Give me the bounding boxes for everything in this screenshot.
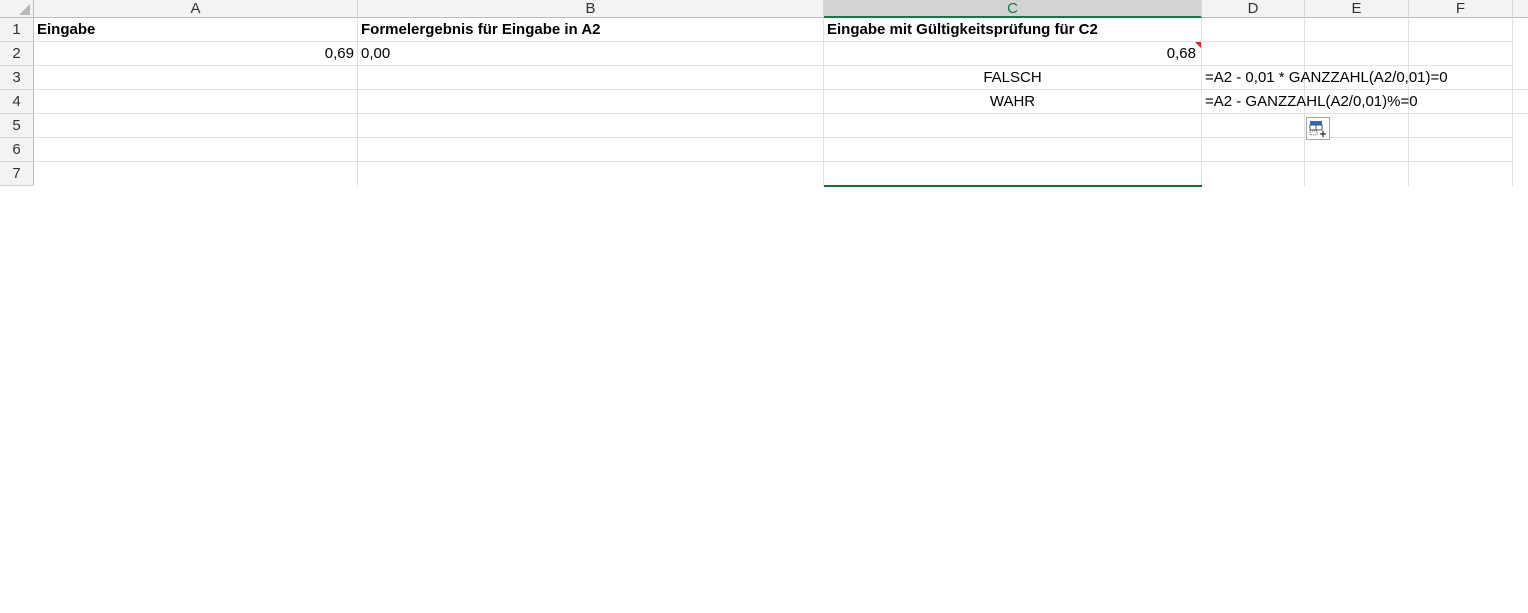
cell-c6[interactable] [824,138,1202,162]
cell-b5[interactable] [358,114,824,138]
cell-c2[interactable]: 0,68 [824,42,1202,66]
cell-f1[interactable] [1409,18,1513,42]
cell-f5[interactable] [1409,114,1513,138]
cell-a6[interactable] [34,138,358,162]
select-all-corner[interactable] [0,0,34,18]
cell-e7[interactable] [1305,162,1409,186]
column-header-b[interactable]: B [358,0,824,18]
cell-c4[interactable]: WAHR [824,90,1202,114]
cell-b7[interactable] [358,162,824,186]
row-header-4[interactable]: 4 [0,90,34,114]
row-header-1[interactable]: 1 [0,18,34,42]
cell-c3[interactable]: FALSCH [824,66,1202,90]
cell-f6[interactable] [1409,138,1513,162]
spreadsheet-grid: A B C D E F 1 2 3 4 5 6 7 Eingabe Formel… [0,0,1528,187]
cell-a5[interactable] [34,114,358,138]
row-header-2[interactable]: 2 [0,42,34,66]
cell-d2[interactable] [1202,42,1305,66]
column-header-e[interactable]: E [1305,0,1409,18]
column-c-selection-border [824,185,1202,187]
cell-a1[interactable]: Eingabe [34,18,358,42]
cell-c1[interactable]: Eingabe mit Gültigkeitsprüfung für C2 [824,18,1202,42]
cell-b1[interactable]: Formelergebnis für Eingabe in A2 [358,18,824,42]
cell-c2-value: 0,68 [1166,45,1196,62]
cell-d1[interactable] [1202,18,1305,42]
row-header-3[interactable]: 3 [0,66,34,90]
cell-a4[interactable] [34,90,358,114]
select-all-triangle-icon [19,4,30,15]
row-header-5[interactable]: 5 [0,114,34,138]
cell-e1[interactable] [1305,18,1409,42]
quick-analysis-button[interactable] [1306,117,1330,140]
cell-b2[interactable]: 0,00 [358,42,824,66]
comment-indicator-icon[interactable] [1195,42,1201,48]
row-header-7[interactable]: 7 [0,162,34,186]
cell-d3[interactable]: =A2 - 0,01 * GANZZAHL(A2/0,01)=0 [1202,66,1528,90]
column-header-a[interactable]: A [34,0,358,18]
column-header-d[interactable]: D [1202,0,1305,18]
cell-b3[interactable] [358,66,824,90]
column-header-overflow [1513,0,1528,18]
cell-f7[interactable] [1409,162,1513,186]
cell-e2[interactable] [1305,42,1409,66]
cell-d5[interactable] [1202,114,1305,138]
cell-e6[interactable] [1305,138,1409,162]
column-header-c[interactable]: C [824,0,1202,18]
cell-a3[interactable] [34,66,358,90]
cell-c5[interactable] [824,114,1202,138]
row-header-6[interactable]: 6 [0,138,34,162]
quick-analysis-icon [1309,121,1326,137]
cell-b6[interactable] [358,138,824,162]
cell-a2[interactable]: 0,69 [34,42,358,66]
column-header-f[interactable]: F [1409,0,1513,18]
cell-d6[interactable] [1202,138,1305,162]
cell-a7[interactable] [34,162,358,186]
cell-c7[interactable] [824,162,1202,186]
cell-d7[interactable] [1202,162,1305,186]
cell-f2[interactable] [1409,42,1513,66]
cell-b4[interactable] [358,90,824,114]
cell-d4[interactable]: =A2 - GANZZAHL(A2/0,01)%=0 [1202,90,1528,114]
